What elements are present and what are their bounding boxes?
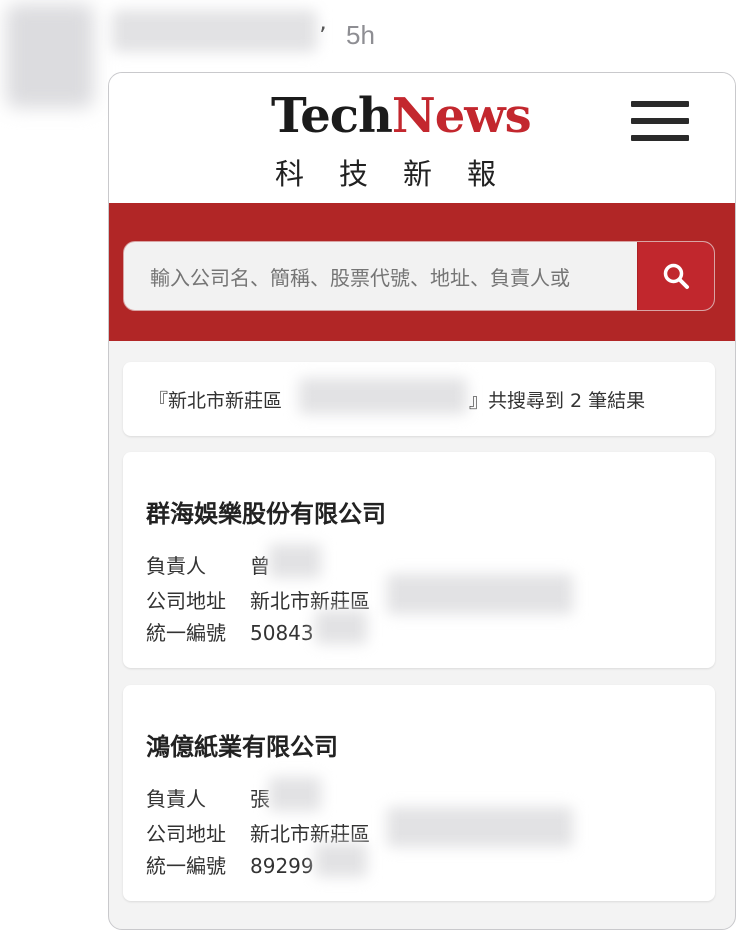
technews-logo[interactable]: TechNews 科技新報	[271, 81, 532, 191]
tax-id-row: 統一編號 89299	[146, 850, 314, 879]
redacted-person	[269, 544, 321, 578]
company-name[interactable]: 群海娛樂股份有限公司	[146, 494, 386, 529]
logo-chinese-text: 科技新報	[275, 157, 532, 191]
redacted-query	[299, 378, 467, 414]
tax-id-label: 統一編號	[146, 621, 226, 645]
search-input[interactable]: 輸入公司名、簡稱、股票代號、地址、負責人或	[150, 262, 630, 291]
redacted-person	[269, 777, 321, 811]
person-label: 負責人	[146, 787, 206, 811]
search-box: 輸入公司名、簡稱、股票代號、地址、負責人或	[123, 241, 715, 311]
result-summary: 『新北市新莊區 』共搜尋到 2 筆結果	[123, 362, 715, 436]
redacted-tax-id	[315, 843, 367, 877]
company-card[interactable]: 鴻億紙業有限公司 負責人張 公司地址 新北市新莊區 統一編號 89299	[123, 685, 715, 901]
person-value: 曾	[250, 554, 270, 578]
redacted-address	[387, 574, 573, 614]
logo-tech-text: Tech	[271, 88, 393, 144]
search-icon	[663, 263, 689, 289]
tax-id-row: 統一編號 50843	[146, 617, 314, 646]
tax-id-value: 50843	[250, 621, 314, 645]
tax-id-label: 統一編號	[146, 854, 226, 878]
embedded-screenshot: TechNews 科技新報 輸入公司名、簡稱、股票代號、地址、負責人或 『新北市…	[108, 72, 736, 930]
address-label: 公司地址	[146, 589, 226, 613]
search-band: 輸入公司名、簡稱、股票代號、地址、負責人或	[109, 203, 735, 341]
site-header: TechNews 科技新報	[109, 73, 735, 203]
search-button[interactable]	[637, 242, 714, 310]
redacted-address	[387, 807, 573, 847]
person-row: 負責人 張	[146, 783, 270, 812]
result-summary-count: 』共搜尋到 2 筆結果	[469, 390, 646, 412]
person-row: 負責人 曾	[146, 550, 270, 579]
author-name-tail: ’	[319, 22, 327, 50]
result-summary-query: 『新北市新莊區	[149, 390, 283, 412]
company-card[interactable]: 群海娛樂股份有限公司 負責人曾 公司地址 新北市新莊區 統一編號 50843	[123, 452, 715, 668]
company-name[interactable]: 鴻億紙業有限公司	[146, 727, 338, 762]
post-author-name[interactable]	[112, 10, 317, 52]
post-timestamp: 5h	[346, 20, 375, 50]
logo-news-text: News	[391, 88, 532, 144]
tax-id-value: 89299	[250, 854, 314, 878]
person-value: 張	[250, 787, 270, 811]
post-author-avatar[interactable]	[6, 4, 94, 108]
address-label: 公司地址	[146, 822, 226, 846]
redacted-tax-id	[315, 610, 367, 644]
person-label: 負責人	[146, 554, 206, 578]
hamburger-menu-icon[interactable]	[631, 101, 691, 145]
